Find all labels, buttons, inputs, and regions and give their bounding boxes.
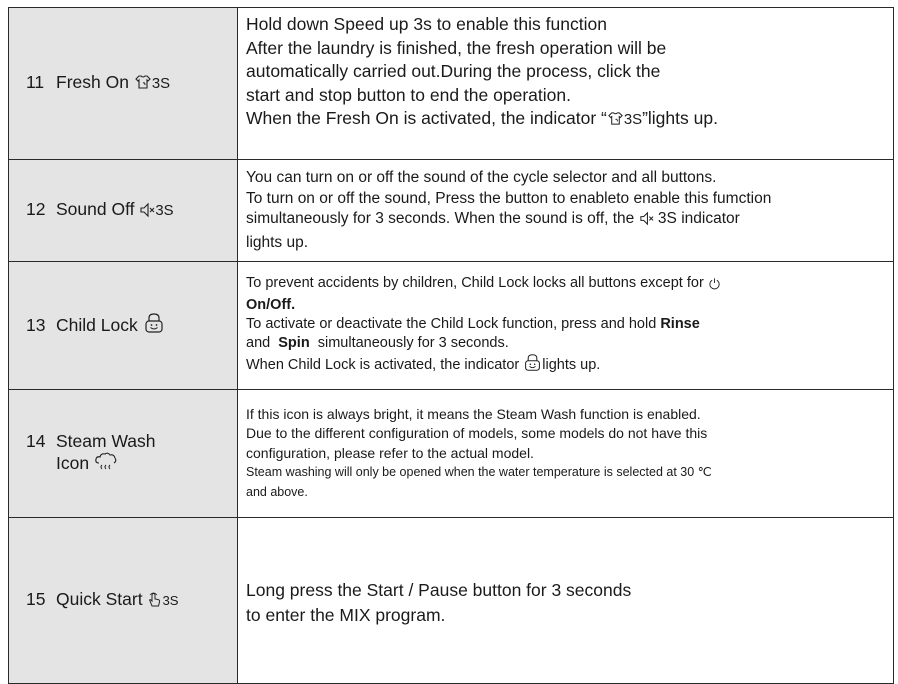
description-note: Steam washing will only be opened when t… xyxy=(246,465,712,480)
feature-number: 15 xyxy=(26,589,46,609)
feature-label-cell: 11 Fresh On 3S xyxy=(8,7,238,160)
bold-text: Rinse xyxy=(660,315,700,332)
feature-label-cell: 15 Quick Start 3S xyxy=(8,517,238,684)
text-segment: and xyxy=(246,334,271,351)
icon-text: 3S xyxy=(657,210,677,227)
description-line: Long press the Start / Pause button for … xyxy=(246,579,632,600)
fresh-shirt-icon xyxy=(134,73,152,96)
table-row-quick-start: 15 Quick Start 3S Long press the Start / … xyxy=(8,517,894,684)
feature-name: Quick Start xyxy=(56,589,143,609)
description-line: lights up. xyxy=(246,233,309,251)
hand-press-icon xyxy=(147,591,162,613)
feature-label-cell: 14 Steam Wash Icon xyxy=(8,389,238,518)
table-row-child-lock: 13 Child Lock To prevent accidents by chi… xyxy=(8,261,894,390)
text-segment: To prevent accidents by children, Child … xyxy=(246,274,704,291)
steam-icon xyxy=(94,452,118,477)
description-line: configuration, please refer to the actua… xyxy=(246,444,534,461)
description-line: When the Fresh On is activated, the indi… xyxy=(246,107,889,134)
description-line: Hold down Speed up 3s to enable this fun… xyxy=(246,14,607,34)
table-row-steam-wash: 14 Steam Wash Icon If this icon is always… xyxy=(8,389,894,518)
feature-number: 13 xyxy=(26,315,46,335)
icon-text: 3S xyxy=(151,76,171,92)
text-segment: To activate or deactivate the Child Lock… xyxy=(246,315,657,332)
bold-text: Spin xyxy=(278,334,310,351)
text-segment: When the Fresh On is activated, the indi… xyxy=(246,108,607,128)
sound-off-icon xyxy=(639,211,654,233)
feature-table: 11 Fresh On 3S Hold down Speed up 3s to e… xyxy=(8,7,894,684)
text-segment: lights up. xyxy=(542,356,601,373)
description-line: and Spin simultaneously for 3 seconds. xyxy=(246,334,889,353)
description-line: start and stop button to end the operati… xyxy=(246,84,571,105)
child-lock-icon xyxy=(143,312,165,339)
feature-number: 14 xyxy=(26,431,46,451)
description-line: To prevent accidents by children, Child … xyxy=(246,274,889,296)
sound-off-icon xyxy=(139,201,155,223)
feature-description: If this icon is always bright, it means … xyxy=(237,389,894,518)
feature-name-cont: Icon xyxy=(56,453,90,473)
power-icon xyxy=(708,277,721,296)
icon-text: 3S xyxy=(623,112,643,128)
bold-text: On/Off. xyxy=(246,296,296,313)
description-line: To turn on or off the sound, Press the b… xyxy=(246,189,772,207)
description-line: On/Off. xyxy=(246,296,889,315)
text-segment: ”lights up. xyxy=(642,108,718,128)
description-line: After the laundry is finished, the fresh… xyxy=(246,37,667,58)
feature-name: Child Lock xyxy=(56,315,138,335)
text-segment: indicator xyxy=(681,210,740,227)
description-line: automatically carried out.During the pro… xyxy=(246,61,661,81)
text-segment: When Child Lock is activated, the indica… xyxy=(246,356,520,373)
feature-name: Steam Wash xyxy=(56,431,156,451)
description-note: and above. xyxy=(246,484,308,499)
text-segment: simultaneously for 3 seconds. xyxy=(317,334,509,351)
table-row-fresh-on: 11 Fresh On 3S Hold down Speed up 3s to e… xyxy=(8,7,894,160)
feature-name: Fresh On xyxy=(56,72,129,92)
description-line: Due to the different configuration of mo… xyxy=(246,425,708,442)
fresh-shirt-icon xyxy=(607,110,624,134)
feature-description: To prevent accidents by children, Child … xyxy=(237,261,894,390)
description-line: If this icon is always bright, it means … xyxy=(246,405,701,422)
feature-description: Long press the Start / Pause button for … xyxy=(237,517,894,684)
feature-description: Hold down Speed up 3s to enable this fun… xyxy=(237,7,894,160)
description-line: To activate or deactivate the Child Lock… xyxy=(246,315,889,334)
icon-text: 3S xyxy=(155,203,174,219)
table-row-sound-off: 12 Sound Off 3S You can turn on or off th… xyxy=(8,159,894,262)
feature-label-cell: 13 Child Lock xyxy=(8,261,238,390)
feature-label-cell: 12 Sound Off 3S xyxy=(8,159,238,262)
text-segment: simultaneously for 3 seconds. When the s… xyxy=(246,210,635,227)
feature-number: 12 xyxy=(26,199,46,219)
child-lock-icon xyxy=(523,353,542,378)
description-line: When Child Lock is activated, the indica… xyxy=(246,353,889,378)
description-line: simultaneously for 3 seconds. When the s… xyxy=(246,209,889,233)
description-line: You can turn on or off the sound of the … xyxy=(246,169,717,186)
feature-name: Sound Off xyxy=(56,199,135,219)
feature-description: You can turn on or off the sound of the … xyxy=(237,159,894,262)
icon-text: 3S xyxy=(162,593,179,608)
description-line: to enter the MIX program. xyxy=(246,604,446,625)
feature-number: 11 xyxy=(26,72,45,92)
